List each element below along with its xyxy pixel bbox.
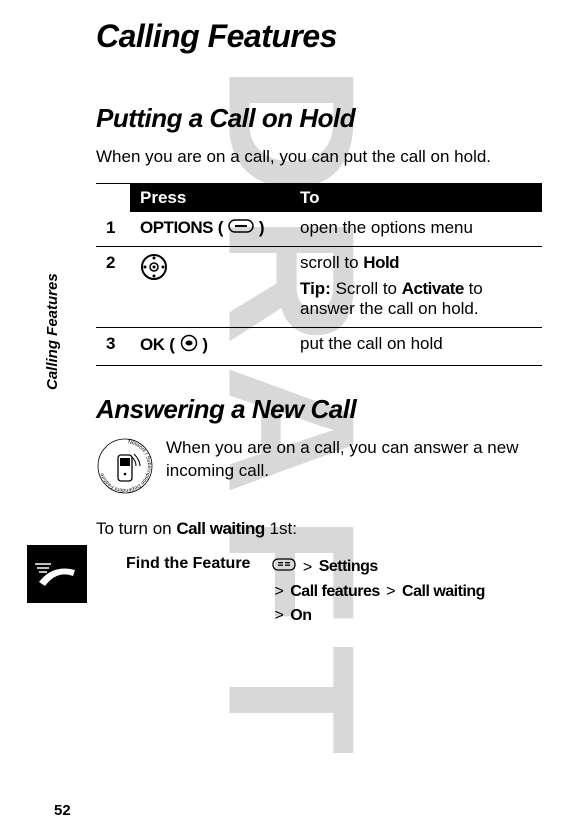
nav-call-features: Call features [290,583,380,600]
to-cell: scroll to Hold Tip: Scroll to Activate t… [290,247,542,328]
press-cell: OK ( ) [130,328,290,366]
turn-on-text: To turn on Call waiting 1st: [96,518,542,541]
nav-call-waiting: Call waiting [402,583,485,600]
section-hold-intro: When you are on a call, you can put the … [96,146,542,169]
page-title: Calling Features [96,18,542,55]
tip-label: Tip: [300,279,331,298]
nav-settings: Settings [319,559,378,576]
menu-key-icon [272,555,296,579]
table-row: 1 OPTIONS ( ) open the options menu [96,212,542,247]
section-hold-heading: Putting a Call on Hold [96,103,542,134]
table-row: 3 OK ( ) put the call on hold [96,328,542,366]
center-key-icon [180,334,198,357]
svg-text:Network / Subscription Depen: Network / Subscription Dependent Feature [99,440,152,494]
menu-path: > Settings > Call features > Call waitin… [272,555,485,627]
options-key-label: OPTIONS [140,218,213,237]
hold-steps-table: Press To 1 OPTIONS ( ) open the options … [96,183,542,367]
to-cell: put the call on hold [290,328,542,366]
press-cell [130,247,290,328]
press-cell: OPTIONS ( ) [130,212,290,247]
step-number: 3 [96,328,130,366]
network-dependent-icon: Network / Subscription Dependent Feature [96,437,154,500]
section-answer-intro: When you are on a call, you can answer a… [166,437,542,500]
col-to: To [290,183,542,212]
find-feature-label: Find the Feature [96,555,250,627]
softkey-icon [228,218,254,238]
hold-label: Hold [363,253,399,272]
col-press: Press [130,183,290,212]
page-number: 52 [54,802,71,819]
call-waiting-label: Call waiting [176,519,264,538]
step-number: 1 [96,212,130,247]
to-cell: open the options menu [290,212,542,247]
nav-wheel-icon [140,253,168,286]
ok-key-label: OK [140,335,165,354]
section-answer-heading: Answering a New Call [96,394,542,425]
nav-on: On [290,607,311,624]
table-row: 2 scroll t [96,247,542,328]
step-number: 2 [96,247,130,328]
activate-label: Activate [402,279,464,298]
